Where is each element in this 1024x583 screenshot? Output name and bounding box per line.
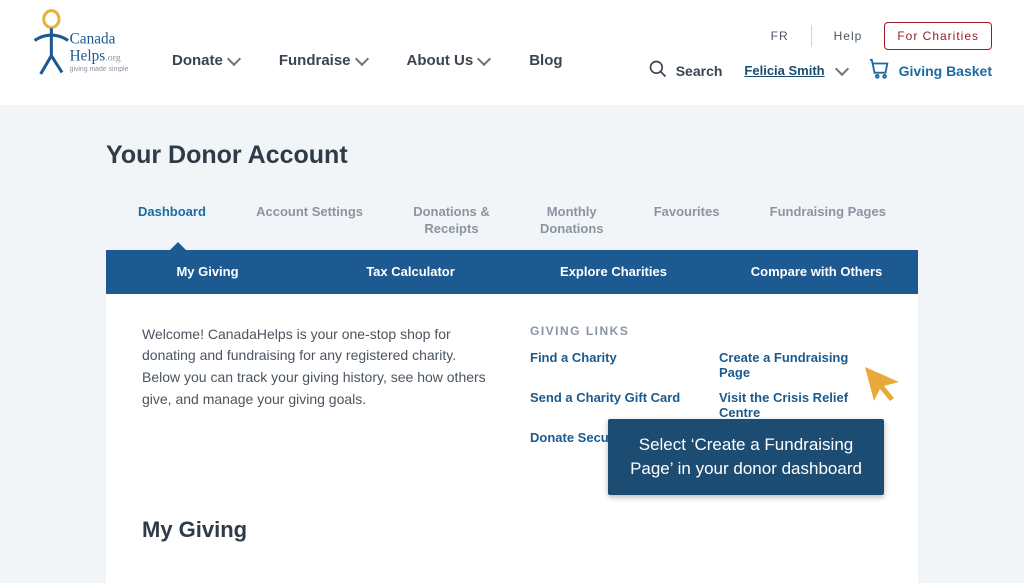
nav-about-us[interactable]: About Us <box>407 52 490 69</box>
primary-nav: Donate Fundraise About Us Blog <box>172 52 563 69</box>
top-utility-links: FR Help For Charities <box>771 22 992 50</box>
nav-blog[interactable]: Blog <box>529 52 562 69</box>
for-charities-button[interactable]: For Charities <box>884 22 992 50</box>
site-header: FR Help For Charities Canada Helps.org g… <box>0 0 1024 105</box>
page-body: Your Donor Account Dashboard Account Set… <box>0 105 1024 583</box>
user-name-label: Felicia Smith <box>744 63 824 78</box>
tab-account-settings[interactable]: Account Settings <box>256 204 363 238</box>
tab-donations-receipts[interactable]: Donations &Receipts <box>413 204 490 238</box>
user-menu[interactable]: Felicia Smith <box>744 63 846 78</box>
link-send-gift-card[interactable]: Send a Charity Gift Card <box>530 390 693 420</box>
subtab-my-giving[interactable]: My Giving <box>106 264 309 279</box>
chevron-down-icon <box>354 52 368 66</box>
tab-monthly-donations[interactable]: MonthlyDonations <box>540 204 604 238</box>
logo-text-helps: Helps.org <box>70 47 121 64</box>
link-crisis-relief-centre[interactable]: Visit the Crisis Relief Centre <box>719 390 882 420</box>
logo-tagline: giving made simple <box>70 66 129 73</box>
chevron-down-icon <box>227 52 241 66</box>
tab-fundraising-pages[interactable]: Fundraising Pages <box>770 204 886 238</box>
tab-dashboard[interactable]: Dashboard <box>138 204 206 238</box>
help-link[interactable]: Help <box>834 29 863 43</box>
dashboard-subnav: My Giving Tax Calculator Explore Chariti… <box>106 250 918 294</box>
canadahelps-logo-icon: Canada Helps.org giving made simple <box>30 6 152 84</box>
nav-fundraise[interactable]: Fundraise <box>279 52 367 69</box>
nav-donate[interactable]: Donate <box>172 52 239 69</box>
subtab-explore-charities[interactable]: Explore Charities <box>512 264 715 279</box>
chevron-down-icon <box>835 62 849 76</box>
chevron-down-icon <box>477 52 491 66</box>
search-button[interactable]: Search <box>648 59 723 82</box>
tab-favourites[interactable]: Favourites <box>654 204 720 238</box>
language-fr-link[interactable]: FR <box>771 29 789 43</box>
logo-text-canada: Canada <box>70 30 116 47</box>
divider <box>811 25 812 47</box>
search-icon <box>648 59 668 82</box>
cart-icon <box>869 58 891 83</box>
subtab-compare-others[interactable]: Compare with Others <box>715 264 918 279</box>
page-title: Your Donor Account <box>106 141 918 170</box>
link-create-fundraising-page[interactable]: Create a Fundraising Page <box>719 350 882 380</box>
giving-basket-link[interactable]: Giving Basket <box>869 58 992 83</box>
header-right-nav: Search Felicia Smith Giving Basket <box>648 58 992 83</box>
account-tabs: Dashboard Account Settings Donations &Re… <box>106 204 918 246</box>
subtab-tax-calculator[interactable]: Tax Calculator <box>309 264 512 279</box>
giving-links-heading: GIVING LINKS <box>530 324 882 338</box>
my-giving-heading: My Giving <box>142 517 882 543</box>
site-logo[interactable]: Canada Helps.org giving made simple <box>30 6 152 84</box>
link-find-charity[interactable]: Find a Charity <box>530 350 693 380</box>
tutorial-callout: Select ‘Create a Fundraising Page’ in yo… <box>608 419 884 495</box>
welcome-text: Welcome! CanadaHelps is your one-stop sh… <box>142 324 490 445</box>
